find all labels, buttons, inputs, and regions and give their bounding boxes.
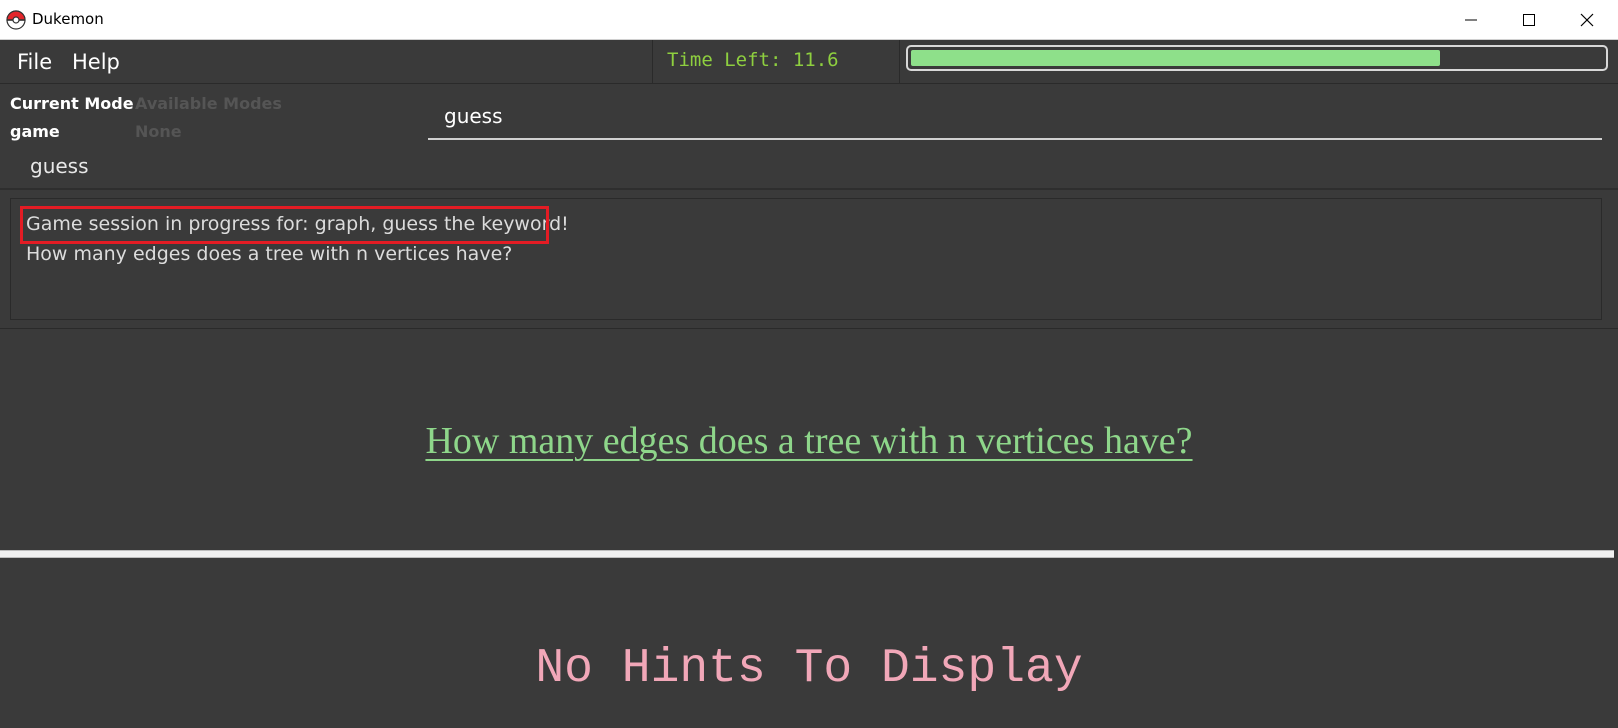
current-mode-value: game — [10, 122, 60, 141]
app-window: Dukemon File Help Time Left: 11.6 Curren… — [0, 0, 1618, 728]
available-modes-value: None — [135, 122, 182, 141]
maximize-icon — [1523, 14, 1535, 26]
command-input-value: guess — [444, 104, 503, 128]
highlight-annotation — [20, 206, 549, 244]
close-icon — [1580, 13, 1594, 27]
menu-file[interactable]: File — [17, 50, 52, 74]
title-bar: Dukemon — [0, 0, 1618, 40]
hints-text: No Hints To Display — [535, 642, 1083, 696]
available-modes-header: Available Modes — [135, 94, 282, 113]
mode-sub-label: guess — [30, 154, 89, 178]
minimize-button[interactable] — [1442, 0, 1500, 40]
close-button[interactable] — [1558, 0, 1616, 40]
question-panel: How many edges does a tree with n vertic… — [0, 328, 1618, 550]
timer-panel: Time Left: 11.6 — [652, 40, 900, 84]
command-input[interactable]: guess — [428, 84, 1602, 140]
pokeball-icon — [6, 10, 26, 30]
current-mode-header: Current Mode — [10, 94, 134, 113]
timer-progress-fill — [911, 50, 1440, 66]
window-title: Dukemon — [32, 10, 104, 28]
hints-panel: No Hints To Display — [0, 558, 1618, 728]
timer-progress-bar — [906, 45, 1608, 71]
menu-help[interactable]: Help — [72, 50, 120, 74]
minimize-icon — [1465, 19, 1477, 21]
panel-divider[interactable] — [0, 550, 1614, 558]
maximize-button[interactable] — [1500, 0, 1558, 40]
result-line-question: How many edges does a tree with n vertic… — [26, 243, 513, 265]
question-text: How many edges does a tree with n vertic… — [425, 420, 1193, 462]
time-left-label: Time Left: 11.6 — [667, 49, 839, 71]
